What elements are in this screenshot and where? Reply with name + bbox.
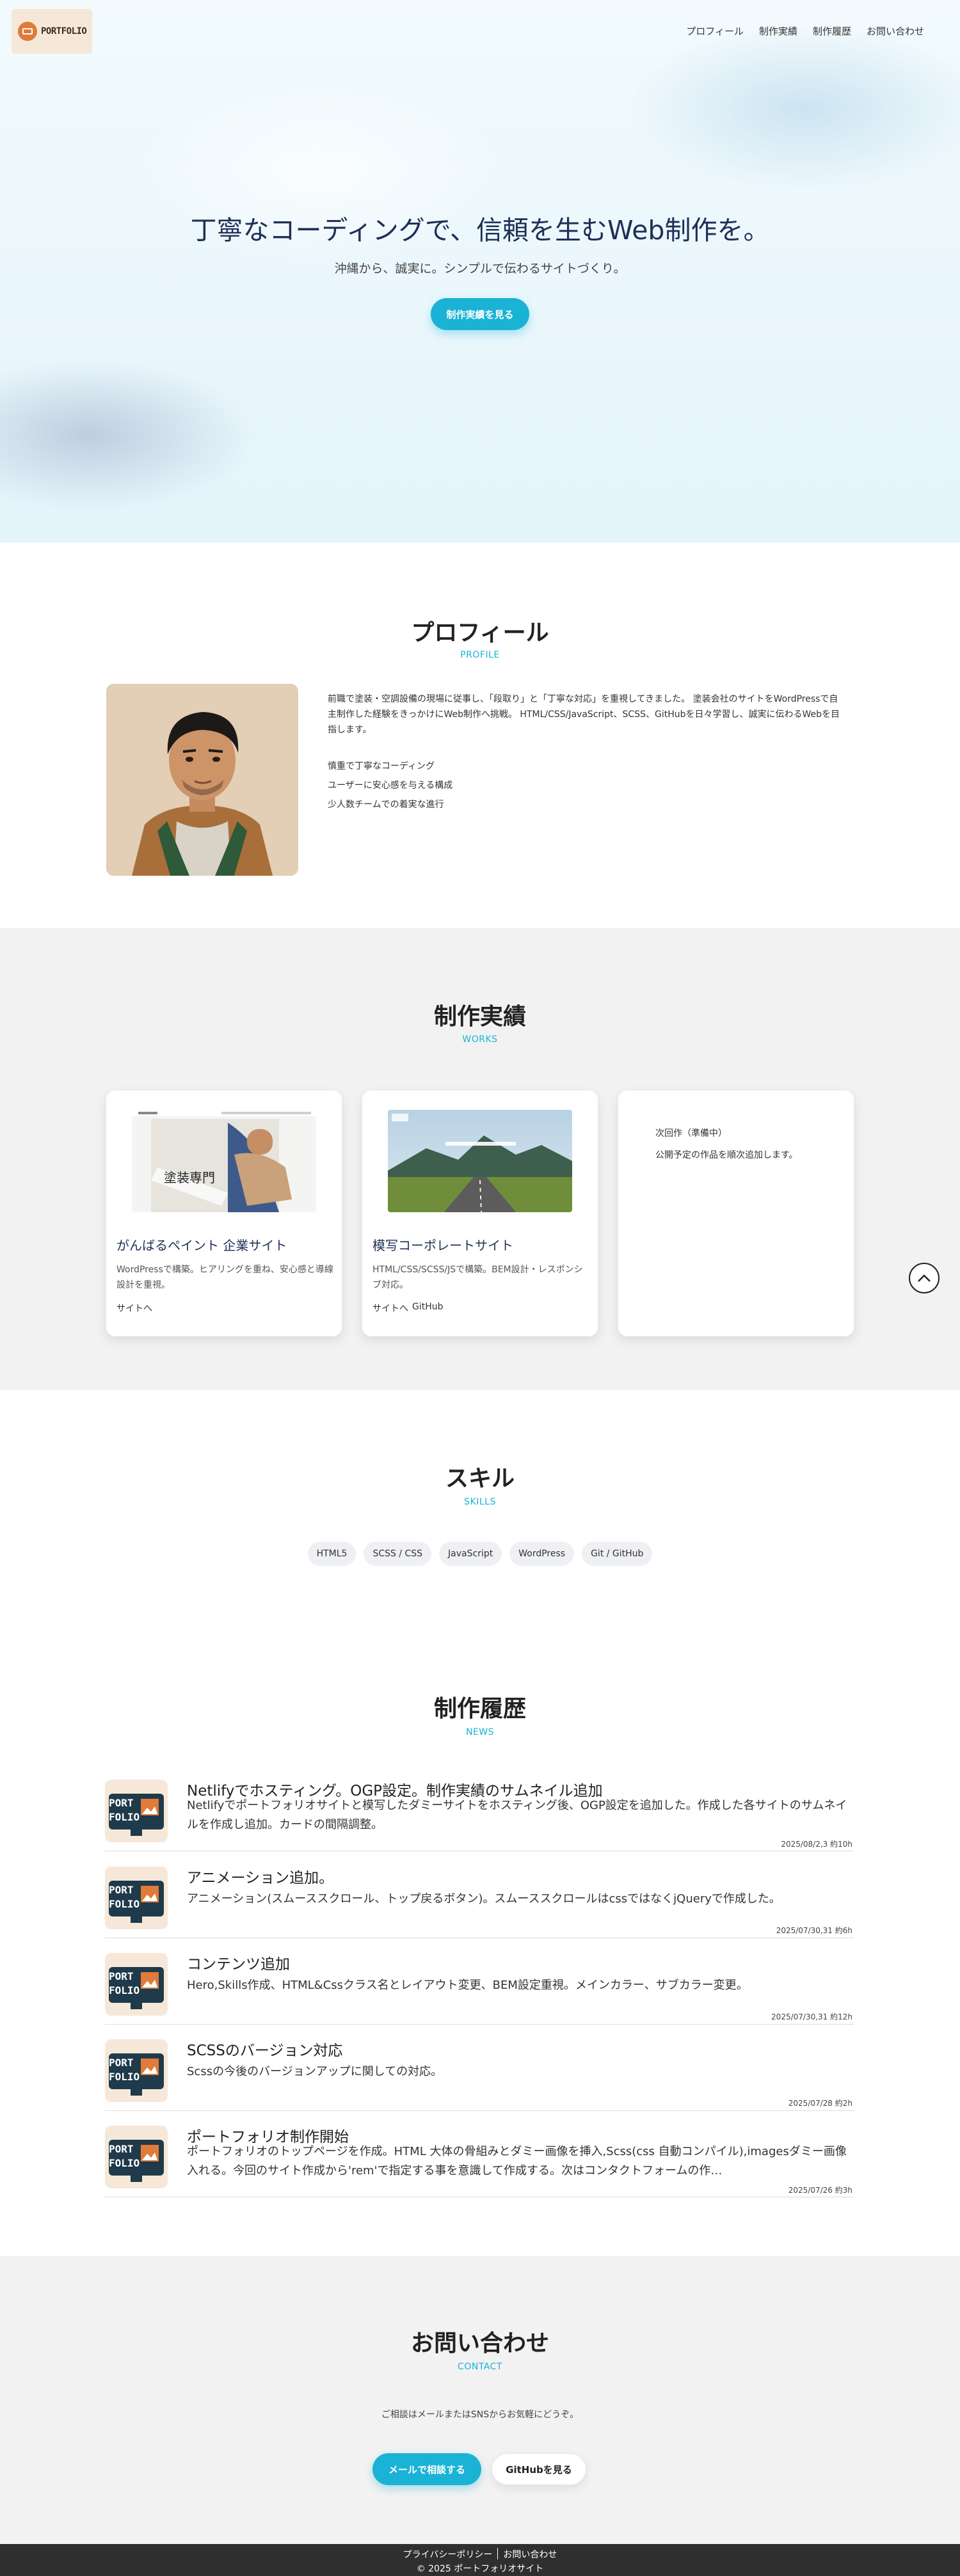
nav-news[interactable]: 制作履歴 <box>813 24 851 38</box>
contact-section <box>0 2256 960 2544</box>
contact-heading-en: CONTACT <box>458 2362 502 2372</box>
news-thumb-text: PORT FOLIO <box>109 1884 140 1910</box>
contact-text: ご相談はメールまたはSNSからお気軽にどうぞ。 <box>381 2410 579 2420</box>
news-heading-en: NEWS <box>465 1727 495 1737</box>
skill-chip: Git / GitHub <box>582 1542 653 1566</box>
privacy-policy-link[interactable]: プライバシーポリシー <box>398 2548 498 2561</box>
logo-text: PORTFOLIO <box>41 26 87 36</box>
site-footer: プライバシーポリシー お問い合わせ © 2025 ポートフォリオサイト <box>0 2544 960 2576</box>
news-body: Hero,Skills作成、HTML&Cssクラス名とレイアウト変更、BEM設定… <box>187 1979 748 1992</box>
profile-point: 少人数チームでの着実な進行 <box>328 800 444 810</box>
profile-heading: プロフィール <box>411 620 549 646</box>
work-description: HTML/CSS/SCSS/JSで構築。BEM設計・レスポンシブ対応。 <box>372 1265 583 1290</box>
global-nav: プロフィール 制作実績 制作履歴 お問い合わせ <box>686 24 924 38</box>
skills-list: HTML5 SCSS / CSS JavaScript WordPress Gi… <box>0 1542 960 1566</box>
hero-subtitle: 沖縄から、誠実に。シンプルで伝わるサイトづくり。 <box>334 262 626 276</box>
news-item: PORT FOLIO アニメーション追加。 アニメーション(スムーススクロール、… <box>105 1865 854 1938</box>
skill-chip: WordPress <box>509 1542 575 1566</box>
profile-point: 慎重で丁寧なコーディング <box>328 761 435 771</box>
work-thumbnail: 塗装専門 <box>132 1110 316 1212</box>
monitor-logo-icon <box>18 22 37 41</box>
news-thumbnail: PORT FOLIO <box>105 1953 168 2016</box>
copyright: © 2025 ポートフォリオサイト <box>416 2564 544 2574</box>
github-link[interactable]: GitHub <box>412 1302 444 1315</box>
news-thumb-text: PORT FOLIO <box>109 2143 140 2169</box>
site-link[interactable]: サイトへ <box>372 1302 408 1315</box>
nav-profile[interactable]: プロフィール <box>686 24 744 38</box>
view-works-button[interactable]: 制作実績を見る <box>431 298 529 330</box>
pending-description: 公開予定の作品を順次追加します。 <box>655 1150 798 1160</box>
news-date: 2025/07/30,31 約6h <box>776 1926 852 1935</box>
news-heading: 制作履歴 <box>433 1696 526 1722</box>
skills-heading-en: SKILLS <box>464 1497 496 1507</box>
work-card[interactable]: 塗装専門 がんばるペイント 企業サイト WordPressで構築。ヒアリングを重… <box>106 1091 342 1336</box>
mail-contact-button[interactable]: メールで相談する <box>372 2453 481 2485</box>
news-body: アニメーション(スムーススクロール、トップ戻るボタン)。スムーススクロールはcs… <box>187 1892 781 1906</box>
pending-title: 次回作（準備中） <box>655 1128 727 1139</box>
works-heading: 制作実績 <box>433 1004 526 1030</box>
hero-title: 丁寧なコーディングで、信頼を生むWeb制作を。 <box>190 215 770 246</box>
back-to-top-button[interactable] <box>909 1263 940 1293</box>
news-item: PORT FOLIO コンテンツ追加 Hero,Skills作成、HTML&Cs… <box>105 1952 854 2025</box>
skill-chip: HTML5 <box>307 1542 356 1566</box>
site-link[interactable]: サイトへ <box>116 1302 152 1315</box>
profile-text: 前職で塗装・空調設備の現場に従事し、「段取り」と「丁寧な対応」を重視してきました… <box>328 694 840 735</box>
news-date: 2025/07/30,31 約12h <box>771 2012 852 2021</box>
github-button[interactable]: GitHubを見る <box>492 2453 586 2485</box>
skill-chip: JavaScript <box>439 1542 502 1566</box>
work-thumb-text: 塗装専門 <box>164 1170 215 1185</box>
news-item: PORT FOLIO Netlifyでホスティング。OGP設定。制作実績のサムネ… <box>105 1778 854 1851</box>
footer-links: プライバシーポリシー お問い合わせ <box>0 2548 960 2561</box>
news-date: 2025/07/28 約2h <box>788 2099 852 2108</box>
contact-heading: お問い合わせ <box>410 2330 549 2357</box>
logo[interactable]: PORTFOLIO <box>12 9 92 54</box>
news-thumb-text: PORT FOLIO <box>109 1970 140 1996</box>
news-title: コンテンツ追加 <box>187 1956 290 1973</box>
news-thumb-text: PORT FOLIO <box>109 1797 140 1823</box>
nav-works[interactable]: 制作実績 <box>759 24 797 38</box>
hero-section: 丁寧なコーディングで、信頼を生むWeb制作を。 沖縄から、誠実に。シンプルで伝わ… <box>0 0 960 542</box>
news-body: ポートフォリオのトップページを作成。HTML 大体の骨組みとダミー画像を挿入,S… <box>187 2145 847 2177</box>
news-thumbnail: PORT FOLIO <box>105 1867 168 1929</box>
page: 丁寧なコーディングで、信頼を生むWeb制作を。 沖縄から、誠実に。シンプルで伝わ… <box>0 0 960 2576</box>
nav-contact[interactable]: お問い合わせ <box>867 24 924 38</box>
news-thumb-text: PORT FOLIO <box>109 2057 140 2083</box>
news-thumbnail: PORT FOLIO <box>105 2039 168 2102</box>
pending-content: 次回作（準備中） 公開予定の作品を順次追加します。 <box>655 1123 798 1166</box>
work-description: WordPressで構築。ヒアリングを重ね、安心感と導線設計を重視。 <box>116 1265 333 1290</box>
news-thumbnail: PORT FOLIO <box>105 1780 168 1842</box>
news-body: Scssの今後のバージョンアップに関しての対応。 <box>187 2065 443 2078</box>
profile-avatar <box>106 684 298 876</box>
work-card[interactable]: 模写コーポレートサイト HTML/CSS/SCSS/JSで構築。BEM設計・レス… <box>362 1091 598 1336</box>
work-title: がんばるペイント 企業サイト <box>116 1238 287 1253</box>
work-thumbnail <box>388 1110 572 1212</box>
work-title: 模写コーポレートサイト <box>372 1238 513 1253</box>
profile-points: 慎重で丁寧なコーディング ユーザーに安心感を与える構成 少人数チームでの着実な進… <box>328 757 452 814</box>
footer-contact-link[interactable]: お問い合わせ <box>498 2548 562 2561</box>
hero-blob-left <box>0 358 256 512</box>
news-date: 2025/08/2,3 約10h <box>781 1840 852 1849</box>
skill-chip: SCSS / CSS <box>364 1542 432 1566</box>
skills-heading: スキル <box>445 1466 515 1492</box>
news-item: PORT FOLIO SCSSのバージョン対応 Scssの今後のバージョンアップ… <box>105 2038 854 2111</box>
news-title: アニメーション追加。 <box>187 1870 334 1886</box>
profile-point: ユーザーに安心感を与える構成 <box>328 780 453 791</box>
news-thumbnail: PORT FOLIO <box>105 2126 168 2188</box>
chevron-up-icon <box>918 1274 931 1282</box>
work-card-pending: 次回作（準備中） 公開予定の作品を順次追加します。 <box>618 1091 854 1336</box>
news-item: PORT FOLIO ポートフォリオ制作開始 ポートフォリオのトップページを作成… <box>105 2124 854 2197</box>
news-body: Netlifyでポートフォリオサイトと模写したダミーサイトをホスティング後、OG… <box>187 1799 847 1831</box>
work-links: サイトへ GitHub <box>372 1302 444 1315</box>
work-links: サイトへ <box>116 1302 152 1315</box>
news-date: 2025/07/26 約3h <box>788 2186 852 2195</box>
site-header: PORTFOLIO プロフィール 制作実績 制作履歴 お問い合わせ <box>0 0 960 64</box>
news-title: SCSSのバージョン対応 <box>187 2043 343 2059</box>
works-heading-en: WORKS <box>462 1034 498 1045</box>
profile-heading-en: PROFILE <box>460 650 500 660</box>
